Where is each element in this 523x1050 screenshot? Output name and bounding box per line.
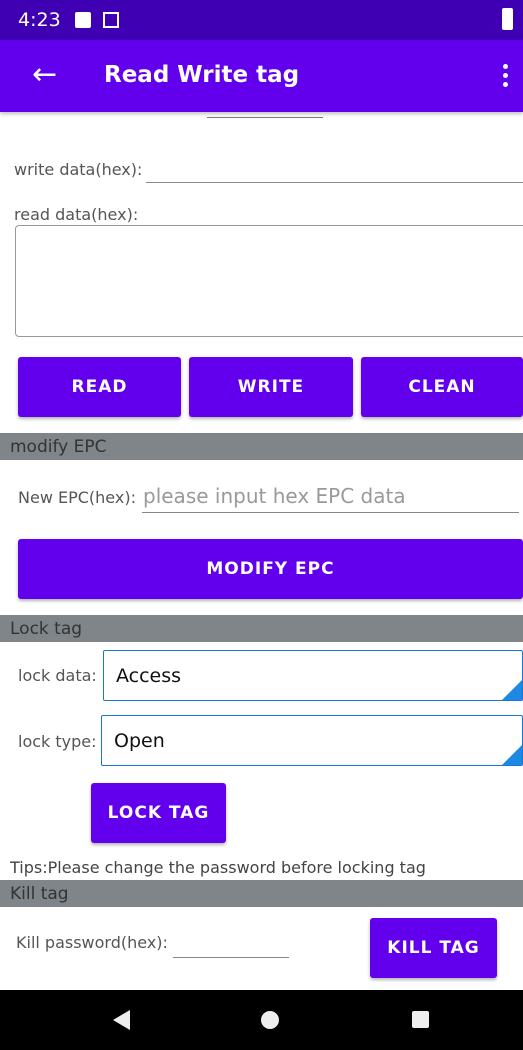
kill-password-input[interactable] xyxy=(173,957,289,958)
read-data-textarea[interactable] xyxy=(15,225,523,337)
nav-recents-icon[interactable] xyxy=(412,1011,429,1028)
navigation-bar xyxy=(0,990,523,1050)
write-data-label: write data(hex): xyxy=(14,160,143,179)
lock-data-label: lock data: xyxy=(18,666,97,685)
status-bar: 4:23 xyxy=(0,0,523,40)
dropdown-corner-icon xyxy=(502,745,522,765)
lock-type-spinner[interactable]: Open xyxy=(101,715,523,766)
kill-password-label: Kill password(hex): xyxy=(16,933,168,952)
dropdown-corner-icon xyxy=(502,680,522,700)
kill-tag-button[interactable]: KILL TAG xyxy=(370,918,497,978)
back-arrow-icon[interactable]: ← xyxy=(32,58,57,92)
lock-tips-text: Tips:Please change the password before l… xyxy=(10,858,426,877)
lock-data-value: Access xyxy=(116,664,182,687)
kill-tag-header: Kill tag xyxy=(0,880,523,907)
write-button[interactable]: WRITE xyxy=(189,357,353,417)
battery-icon xyxy=(502,8,513,30)
new-epc-input[interactable]: please input hex EPC data xyxy=(143,484,406,508)
lock-type-value: Open xyxy=(114,729,165,752)
lock-type-label: lock type: xyxy=(18,732,97,751)
modify-epc-header: modify EPC xyxy=(0,433,523,460)
lock-tag-header: Lock tag xyxy=(0,615,523,642)
status-time: 4:23 xyxy=(18,9,61,31)
new-epc-underline xyxy=(142,512,519,513)
app-bar: ← Read Write tag xyxy=(0,40,523,112)
modify-epc-button[interactable]: MODIFY EPC xyxy=(18,539,523,599)
new-epc-label: New EPC(hex): xyxy=(18,488,136,507)
image-notification-icon xyxy=(74,12,91,28)
divider xyxy=(207,117,323,118)
read-data-label: read data(hex): xyxy=(14,205,139,224)
more-options-icon[interactable] xyxy=(503,64,509,91)
write-data-input[interactable] xyxy=(146,182,523,183)
qr-notification-icon xyxy=(102,12,119,28)
clean-button[interactable]: CLEAN xyxy=(361,357,523,417)
nav-back-icon[interactable] xyxy=(113,1010,130,1030)
read-button[interactable]: READ xyxy=(18,357,181,417)
lock-tag-button[interactable]: LOCK TAG xyxy=(91,783,226,843)
page-title: Read Write tag xyxy=(104,62,300,88)
lock-data-spinner[interactable]: Access xyxy=(103,650,523,701)
nav-home-icon[interactable] xyxy=(261,1011,279,1029)
